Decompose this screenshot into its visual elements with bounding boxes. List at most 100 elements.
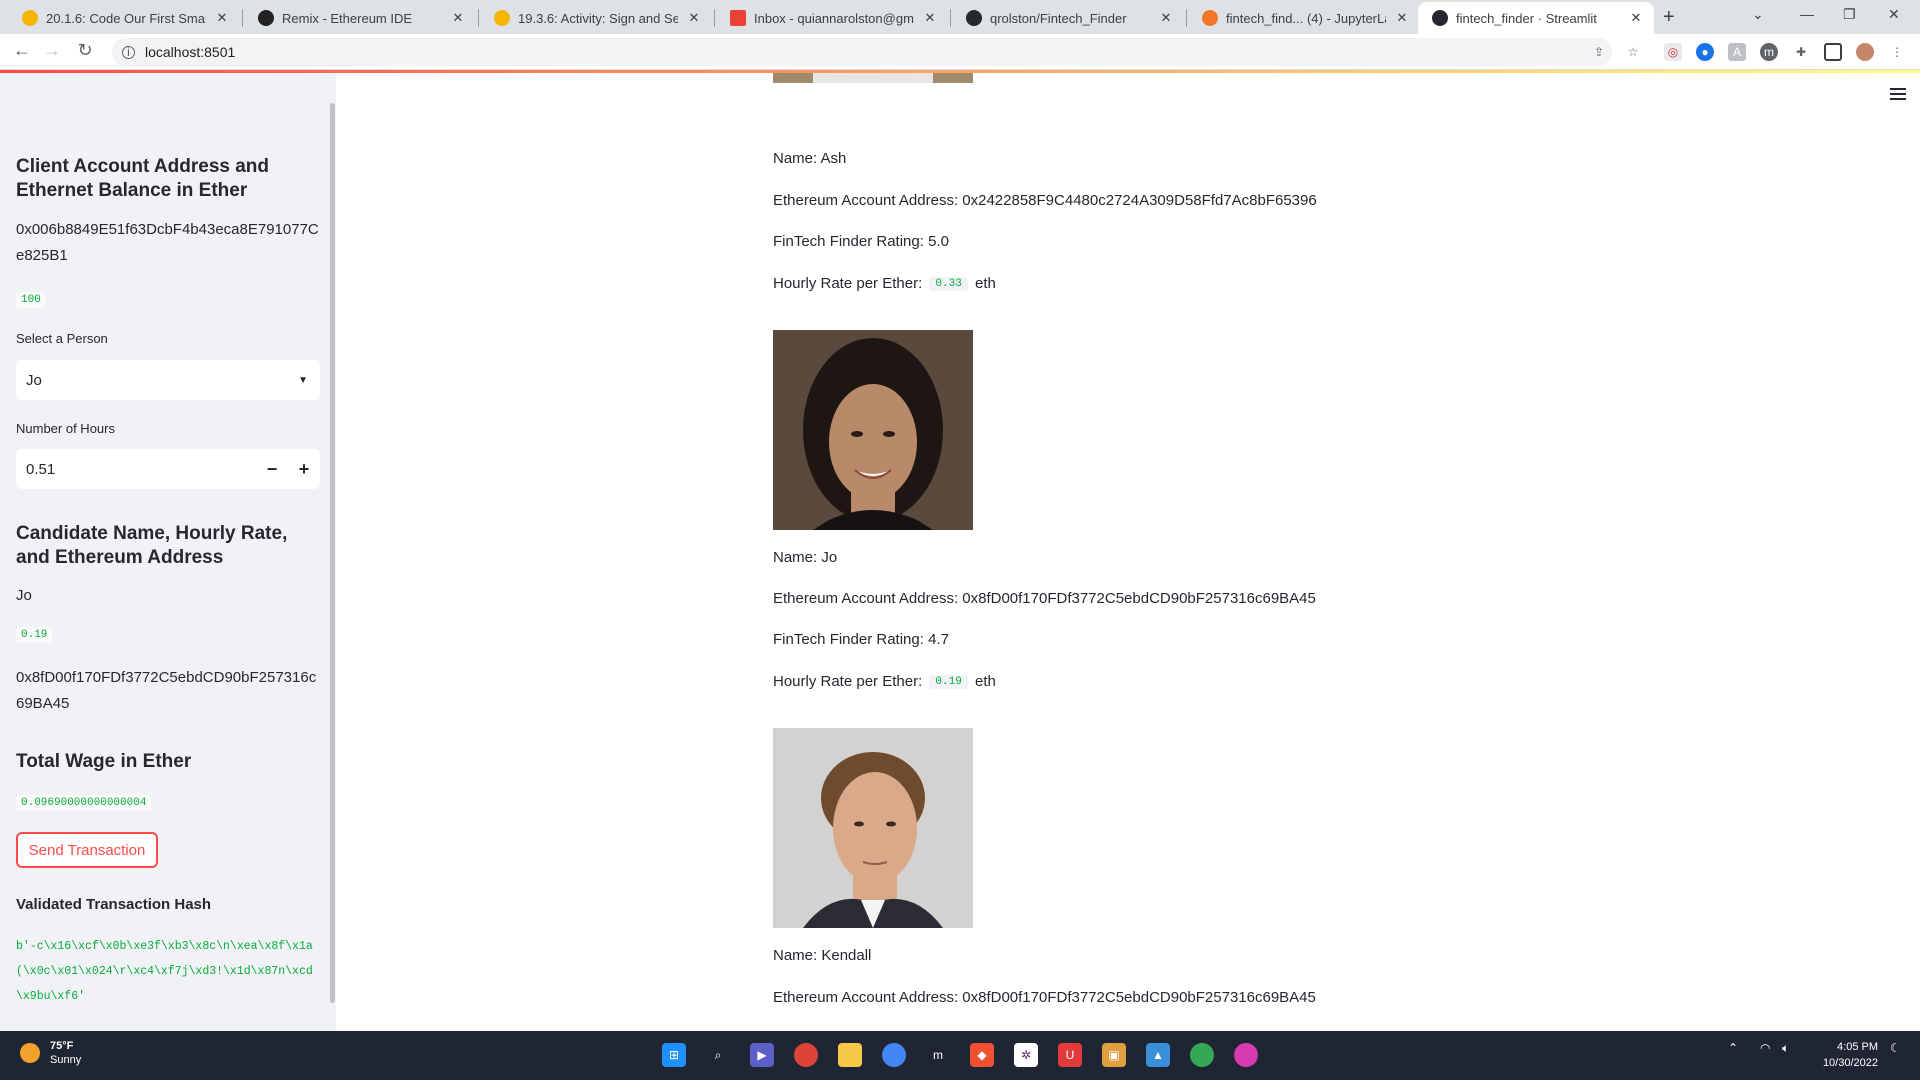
browser-tab-5[interactable]: qrolston/Fintech_Finder ✕ <box>952 2 1184 34</box>
slack-icon[interactable]: ✲ <box>1014 1043 1038 1067</box>
bookmark-star-icon[interactable]: ☆ <box>1624 43 1642 61</box>
browser-tab-3[interactable]: 19.3.6: Activity: Sign and Send a ✕ <box>480 2 712 34</box>
rate-prefix: Hourly Rate per Ether: <box>773 673 923 690</box>
candidate-rate: 0.19 <box>16 627 53 643</box>
teams-icon[interactable]: ▶ <box>750 1043 774 1067</box>
metamask-icon[interactable]: m <box>926 1043 950 1067</box>
candidate-rating-jo: FinTech Finder Rating: 4.7 <box>773 631 949 648</box>
git-icon[interactable]: ◆ <box>970 1043 994 1067</box>
tab-search-icon[interactable]: ⌄ <box>1752 6 1764 23</box>
new-tab-button[interactable]: + <box>1663 6 1675 29</box>
person-select[interactable]: Jo ▼ <box>16 360 320 400</box>
wage-container: 0.09690000000000004 <box>16 792 320 811</box>
notification-icon[interactable]: ☾ <box>1890 1041 1901 1055</box>
candidate-address: 0x8fD00f170FDf3772C5ebdCD90bF257316c69BA… <box>16 669 317 712</box>
candidate-photo-kendall <box>773 728 973 928</box>
decrement-button[interactable]: − <box>256 449 288 489</box>
ganache-icon[interactable] <box>1234 1043 1258 1067</box>
menu-kebab-icon[interactable]: ⋮ <box>1888 43 1906 61</box>
account-address: 0x006b8849E51f63DcbF4b43eca8E791077Ce825… <box>16 221 319 264</box>
browser-tab-1[interactable]: 20.1.6: Code Our First Smart Co ✕ <box>8 2 240 34</box>
increment-button[interactable]: + <box>288 449 320 489</box>
wage-value: 0.09690000000000004 <box>16 795 152 811</box>
candidate-rating-ash: FinTech Finder Rating: 5.0 <box>773 233 949 250</box>
temperature: 75°F <box>50 1040 74 1052</box>
tab-title: Inbox - quiannarolston@gmail.c <box>754 10 914 26</box>
candidate-address-jo: Ethereum Account Address: 0x8fD00f170FDf… <box>773 590 1316 607</box>
browser-toolbar: ← → ↻ i localhost:8501 ⇪ ☆ ◎ ● A m ✚ ⋮ <box>0 34 1920 70</box>
close-icon[interactable]: ✕ <box>450 10 466 26</box>
url-text: localhost:8501 <box>145 44 236 60</box>
reload-icon[interactable]: ↻ <box>73 40 97 61</box>
hours-input-value: 0.51 <box>26 460 56 478</box>
photos-icon[interactable]: ▲ <box>1146 1043 1170 1067</box>
clock-date: 10/30/2022 <box>1822 1057 1878 1069</box>
extension-icon[interactable]: A <box>1728 43 1746 61</box>
puzzle-icon[interactable]: ✚ <box>1792 43 1810 61</box>
hours-input[interactable]: 0.51 − + <box>16 449 320 489</box>
candidate-rate-line-ash: Hourly Rate per Ether: 0.33 eth <box>773 275 996 292</box>
windows-taskbar: 75°F Sunny ⊞ ⌕ ▶ m ◆ ✲ U ▣ ▲ ⌃ ◠ 🔈︎ 4:05… <box>0 1031 1920 1080</box>
candidate-name-jo: Name: Jo <box>773 549 838 566</box>
main-content: Name: Ash Ethereum Account Address: 0x24… <box>336 73 1920 1031</box>
side-panel-icon[interactable] <box>1824 43 1842 61</box>
close-icon[interactable]: ✕ <box>1394 10 1410 26</box>
browser-tab-6[interactable]: fintech_find... (4) - JupyterLab ✕ <box>1188 2 1420 34</box>
box-icon[interactable]: ▣ <box>1102 1043 1126 1067</box>
search-icon[interactable]: ⌕ <box>706 1043 730 1067</box>
chrome-icon[interactable] <box>794 1043 818 1067</box>
address-bar[interactable]: i localhost:8501 <box>112 38 1612 66</box>
chevron-up-icon[interactable]: ⌃ <box>1728 1041 1738 1055</box>
extension-icon[interactable]: ● <box>1696 43 1714 61</box>
restore-icon[interactable]: ❐ <box>1843 6 1856 23</box>
chrome-icon[interactable] <box>882 1043 906 1067</box>
back-icon[interactable]: ← <box>10 40 34 61</box>
extension-icon[interactable]: m <box>1760 43 1778 61</box>
rate-unit: eth <box>974 673 996 690</box>
chevron-down-icon[interactable]: ▼ <box>298 375 308 386</box>
start-icon[interactable]: ⊞ <box>662 1043 686 1067</box>
weather-status: Sunny <box>50 1054 82 1066</box>
share-icon[interactable]: ⇪ <box>1590 43 1608 61</box>
hamburger-menu-icon[interactable] <box>1890 88 1906 103</box>
send-transaction-button[interactable]: Send Transaction <box>16 832 158 868</box>
remix-icon <box>258 10 274 26</box>
clock-time: 4:05 PM <box>1837 1041 1878 1053</box>
minimize-icon[interactable]: — <box>1800 6 1814 22</box>
system-clock[interactable]: 4:05 PM 10/30/2022 <box>1823 1039 1878 1071</box>
sidebar: Client Account Address and Ethernet Bala… <box>0 73 336 1031</box>
wifi-icon[interactable]: ◠ <box>1760 1041 1770 1055</box>
close-icon[interactable]: ✕ <box>922 10 938 26</box>
weather-widget[interactable]: 75°F Sunny <box>20 1039 81 1067</box>
tab-title: 20.1.6: Code Our First Smart Co <box>46 10 206 26</box>
chrome-icon[interactable] <box>1190 1043 1214 1067</box>
candidate-address-kendall: Ethereum Account Address: 0x8fD00f170FDf… <box>773 989 1316 1006</box>
close-icon[interactable]: ✕ <box>1628 10 1644 26</box>
candidate-rate-container: 0.19 <box>16 624 320 643</box>
forward-icon[interactable]: → <box>40 40 64 61</box>
wage-heading: Total Wage in Ether <box>16 751 192 772</box>
window-close-icon[interactable]: ✕ <box>1888 6 1900 23</box>
close-icon[interactable]: ✕ <box>686 10 702 26</box>
gmail-icon <box>730 10 746 26</box>
volume-icon[interactable]: 🔈︎ <box>1782 1041 1789 1056</box>
rate-value: 0.33 <box>929 277 968 292</box>
close-icon[interactable]: ✕ <box>1158 10 1174 26</box>
app-icon[interactable]: U <box>1058 1043 1082 1067</box>
sidebar-scrollbar[interactable] <box>330 103 335 1003</box>
file-explorer-icon[interactable] <box>838 1043 862 1067</box>
sun-icon <box>20 1043 40 1063</box>
avatar[interactable] <box>1856 43 1874 61</box>
candidate-photo-ash <box>773 73 973 83</box>
browser-tab-4[interactable]: Inbox - quiannarolston@gmail.c ✕ <box>716 2 948 34</box>
tab-title: 19.3.6: Activity: Sign and Send a <box>518 10 678 26</box>
info-icon[interactable]: i <box>122 45 135 59</box>
candidate-name: Jo <box>16 587 32 604</box>
close-icon[interactable]: ✕ <box>214 10 230 26</box>
browser-tab-2[interactable]: Remix - Ethereum IDE ✕ <box>244 2 476 34</box>
screenshot-extension-icon[interactable]: ◎ <box>1664 43 1682 61</box>
candidate-photo-jo <box>773 330 973 530</box>
browser-tab-7-active[interactable]: fintech_finder · Streamlit ✕ <box>1418 2 1654 34</box>
streamlit-icon <box>1432 10 1448 26</box>
transaction-hash: b'-c\x16\xcf\x0b\xe3f\xb3\x8c\n\xea\x8f\… <box>16 940 313 1003</box>
